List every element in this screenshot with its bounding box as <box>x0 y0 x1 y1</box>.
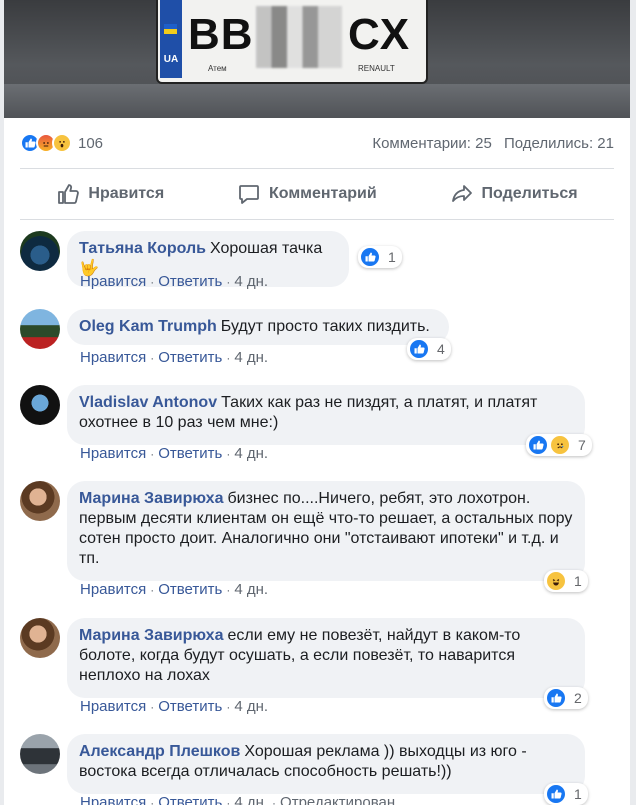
comment-bubble: Марина Завирюха бизнес по....Ничего, ребя… <box>67 481 585 581</box>
comment-reactions[interactable]: 1 <box>544 570 588 592</box>
divider <box>20 219 614 220</box>
comment-author[interactable]: Марина Завирюха <box>79 627 223 644</box>
thumbs-up-icon <box>58 184 80 204</box>
comment-like-link[interactable]: Нравится <box>80 349 146 366</box>
comment-like-link[interactable]: Нравится <box>80 445 146 462</box>
comment-reaction-count: 1 <box>574 573 582 589</box>
comment-reply-link[interactable]: Ответить <box>158 349 222 366</box>
comment-author[interactable]: Vladislav Antonov <box>79 394 217 411</box>
reaction-count[interactable]: 106 <box>78 135 103 152</box>
divider <box>20 168 614 169</box>
comment-time[interactable]: 4 дн. <box>234 794 268 805</box>
like-button[interactable]: Нравится <box>56 182 164 206</box>
avatar[interactable] <box>20 734 60 774</box>
reactions-summary[interactable]: 106 <box>20 133 103 153</box>
comment-bubble: Vladislav Antonov Таких как раз не пиздят… <box>67 385 585 445</box>
comment-time[interactable]: 4 дн. <box>234 581 268 598</box>
avatar[interactable] <box>20 618 60 658</box>
comment-time[interactable]: 4 дн. <box>234 698 268 715</box>
wow-reaction-icon <box>52 133 72 153</box>
comment-reaction-count: 7 <box>578 437 586 453</box>
like-button-label: Нравится <box>88 185 165 202</box>
license-plate: UA BB CX Атем RENAULT <box>156 0 428 84</box>
comment-bubble: Oleg Kam Trumph Будут просто таких пиздит… <box>67 309 449 345</box>
share-arrow-icon <box>451 185 472 202</box>
post-stats: 106 Комментарии: 25 Поделились: 21 <box>20 130 614 156</box>
comment-reaction-count: 4 <box>437 341 445 357</box>
comment-like-link[interactable]: Нравится <box>80 698 146 715</box>
comment-button[interactable]: Комментарий <box>237 182 377 206</box>
haha-reaction-icon <box>546 571 566 591</box>
like-reaction-icon <box>360 247 380 267</box>
plate-suffix: CX <box>348 10 410 59</box>
comment-meta: Нравится · Ответить · 4 дн. <box>80 349 269 366</box>
sad-reaction-icon <box>550 435 570 455</box>
comment-reply-link[interactable]: Ответить <box>158 581 222 598</box>
comment-like-link[interactable]: Нравится <box>80 794 146 805</box>
avatar[interactable] <box>20 309 60 349</box>
comment-reaction-count: 1 <box>388 249 396 265</box>
comment-reactions[interactable]: 2 <box>544 687 588 709</box>
comment-reaction-count: 1 <box>574 786 582 802</box>
plate-sub: Атем <box>208 64 227 73</box>
comment-reply-link[interactable]: Ответить <box>158 273 222 290</box>
comment-author[interactable]: Александр Плешков <box>79 743 240 760</box>
like-reaction-icon <box>546 784 566 804</box>
comment-author[interactable]: Татьяна Король <box>79 240 206 257</box>
comment-reply-link[interactable]: Ответить <box>158 794 222 805</box>
comment-reactions[interactable]: 7 <box>526 434 592 456</box>
share-button[interactable]: Поделиться <box>450 182 578 206</box>
comment-time[interactable]: 4 дн. <box>234 349 268 366</box>
comment-bubble: Марина Завирюха если ему не повезёт, найд… <box>67 618 585 698</box>
comment-meta: Нравится · Ответить · 4 дн. <box>80 273 269 290</box>
like-reaction-icon <box>546 688 566 708</box>
like-reaction-icon <box>528 435 548 455</box>
post-photo[interactable]: UA BB CX Атем RENAULT <box>4 0 630 118</box>
comments-count[interactable]: Комментарии: 25 <box>372 135 492 152</box>
post-actions: Нравится Комментарий Поделиться <box>20 176 614 212</box>
comment-meta: Нравится · Ответить · 4 дн. <box>80 581 269 598</box>
shares-count[interactable]: Поделились: 21 <box>504 135 614 152</box>
comment-button-label: Комментарий <box>268 185 377 202</box>
comment-reactions[interactable]: 1 <box>358 246 402 268</box>
share-button-label: Поделиться <box>481 185 578 202</box>
plate-blur <box>256 6 342 68</box>
comment-reply-link[interactable]: Ответить <box>158 445 222 462</box>
like-reaction-icon <box>409 339 429 359</box>
plate-prefix: BB <box>188 10 254 59</box>
comment-meta: Нравится · Ответить · 4 дн. <box>80 698 269 715</box>
plate-country: UA <box>160 0 182 78</box>
plate-brand: RENAULT <box>358 64 395 73</box>
comment-like-link[interactable]: Нравится <box>80 581 146 598</box>
comment-reply-link[interactable]: Ответить <box>158 698 222 715</box>
comment-time[interactable]: 4 дн. <box>234 445 268 462</box>
comment-like-link[interactable]: Нравится <box>80 273 146 290</box>
comment-author[interactable]: Oleg Kam Trumph <box>79 318 217 335</box>
comment-text: Будут просто таких пиздить. <box>220 318 430 335</box>
avatar[interactable] <box>20 481 60 521</box>
comment-reaction-count: 2 <box>574 690 582 706</box>
comment-reactions[interactable]: 1 <box>544 783 588 805</box>
avatar[interactable] <box>20 385 60 425</box>
avatar[interactable] <box>20 231 60 271</box>
comment-time[interactable]: 4 дн. <box>234 273 268 290</box>
comment-edited: Отредактирован <box>280 794 396 805</box>
comment-author[interactable]: Марина Завирюха <box>79 490 223 507</box>
comment-bubble: Александр Плешков Хорошая реклама )) выхо… <box>67 734 585 794</box>
comment-meta: Нравится · Ответить · 4 дн. · Отредактирован <box>80 794 395 805</box>
car-hood <box>4 84 630 118</box>
post-card: UA BB CX Атем RENAULT 106 Комментарии: 2… <box>4 0 630 805</box>
comment-reactions[interactable]: 4 <box>407 338 451 360</box>
engagement-stats: Комментарии: 25 Поделились: 21 <box>364 135 614 152</box>
comment-meta: Нравится · Ответить · 4 дн. <box>80 445 269 462</box>
comment-bubble-icon <box>239 185 259 204</box>
